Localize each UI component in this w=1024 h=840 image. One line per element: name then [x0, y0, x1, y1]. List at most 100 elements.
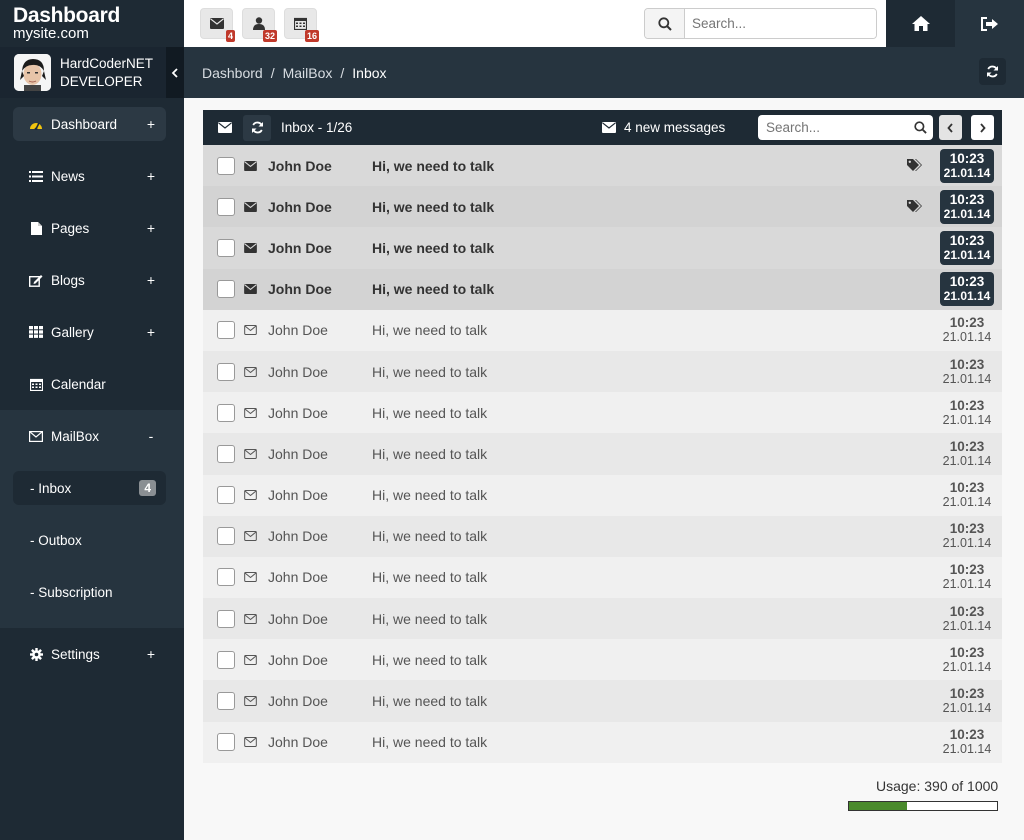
search-input[interactable]	[685, 9, 876, 38]
sidebar-subitem-inbox[interactable]: - Inbox 4	[0, 462, 184, 514]
message-row[interactable]: John Doe Hi, we need to talk 10:23 21.01.14	[203, 350, 1002, 393]
compose-button[interactable]	[211, 115, 239, 141]
usage-progress-fill	[849, 802, 907, 810]
inbox-header: Inbox - 1/26 4 new messages	[203, 110, 1002, 145]
message-checkbox[interactable]	[217, 568, 235, 587]
message-row[interactable]: John Doe Hi, we need to talk 10:23 21.01.14	[203, 721, 1002, 763]
message-checkbox[interactable]	[217, 321, 235, 340]
message-checkbox[interactable]	[217, 486, 235, 505]
sidebar-item-label: MailBox	[51, 428, 100, 444]
message-row[interactable]: John Doe Hi, we need to talk 10:23 21.01.14	[203, 268, 1002, 310]
edit-icon	[29, 274, 43, 287]
refresh-icon	[251, 121, 263, 134]
sidebar-item-pages[interactable]: Pages +	[0, 202, 184, 254]
user-name: HardCoderNET	[60, 55, 154, 71]
envelope-open-icon	[244, 696, 260, 706]
message-row[interactable]: John Doe Hi, we need to talk 10:23 21.01.14	[203, 309, 1002, 351]
message-time: 10:23	[949, 232, 985, 248]
avatar[interactable]	[14, 54, 51, 91]
inbox-panel: Inbox - 1/26 4 new messages John Doe Hi, …	[203, 110, 1002, 763]
breadcrumb-link[interactable]: Dashbord	[202, 65, 263, 81]
message-time: 10:23	[949, 480, 985, 496]
message-subject: Hi, we need to talk	[372, 445, 488, 462]
message-sender: John Doe	[268, 322, 328, 339]
sidebar-subitem-subscription[interactable]: - Subscription	[0, 566, 184, 618]
message-checkbox[interactable]	[217, 403, 235, 422]
message-row[interactable]: John Doe Hi, we need to talk 10:23 21.01.14	[203, 556, 1002, 599]
sidebar-item-dashboard[interactable]: Dashboard +	[0, 98, 184, 150]
message-checkbox[interactable]	[217, 527, 235, 546]
collapse-toggle[interactable]: -	[146, 428, 156, 444]
expand-toggle[interactable]: +	[146, 272, 156, 288]
sidebar-subitem-outbox[interactable]: - Outbox	[0, 514, 184, 566]
message-row[interactable]: John Doe Hi, we need to talk 10:23 21.01.14	[203, 145, 1002, 187]
message-row[interactable]: John Doe Hi, we need to talk 10:23 21.01.14	[203, 227, 1002, 269]
refresh-page-button[interactable]	[979, 58, 1006, 85]
users-button[interactable]: 32	[242, 8, 277, 42]
message-row[interactable]: John Doe Hi, we need to talk 10:23 21.01.14	[203, 433, 1002, 475]
message-checkbox[interactable]	[217, 650, 235, 669]
message-time: 10:23	[949, 603, 985, 619]
sidebar-item-news[interactable]: News +	[0, 150, 184, 202]
expand-toggle[interactable]: +	[146, 116, 156, 132]
expand-toggle[interactable]: +	[146, 324, 156, 340]
message-row[interactable]: John Doe Hi, we need to talk 10:23 21.01.14	[203, 515, 1002, 557]
message-row[interactable]: John Doe Hi, we need to talk 10:23 21.01.14	[203, 186, 1002, 228]
message-checkbox[interactable]	[217, 156, 235, 175]
next-page-button[interactable]	[971, 115, 994, 140]
message-timestamp: 10:23 21.01.14	[940, 684, 994, 718]
sidebar-item-blogs[interactable]: Blogs +	[0, 254, 184, 306]
envelope-open-icon	[244, 325, 260, 336]
message-date: 21.01.14	[942, 453, 992, 468]
prev-page-button[interactable]	[939, 115, 962, 140]
message-checkbox[interactable]	[217, 444, 235, 463]
sidebar-item-mailbox[interactable]: MailBox -	[0, 410, 184, 462]
sidebar-item-label: Pages	[51, 220, 90, 236]
logout-button[interactable]	[955, 0, 1024, 47]
message-date: 21.01.14	[942, 330, 992, 345]
list-icon	[29, 170, 43, 182]
search-icon[interactable]	[914, 121, 927, 134]
message-checkbox[interactable]	[217, 238, 235, 257]
inbox-search-input[interactable]	[766, 120, 914, 135]
breadcrumb-link[interactable]: MailBox	[283, 65, 333, 81]
expand-toggle[interactable]: +	[146, 220, 156, 236]
message-checkbox[interactable]	[217, 197, 235, 216]
message-row[interactable]: John Doe Hi, we need to talk 10:23 21.01.14	[203, 680, 1002, 722]
sidebar: Dashboard mysite.com HardCoderNET DEVELO…	[0, 0, 184, 840]
message-date: 21.01.14	[942, 618, 992, 633]
sidebar-item-gallery[interactable]: Gallery +	[0, 306, 184, 358]
search-button[interactable]	[645, 9, 685, 38]
message-timestamp: 10:23 21.01.14	[940, 189, 994, 224]
message-checkbox[interactable]	[217, 733, 235, 752]
message-timestamp: 10:23 21.01.14	[940, 437, 994, 471]
top-search	[644, 8, 877, 39]
home-button[interactable]	[886, 0, 955, 47]
message-time: 10:23	[949, 562, 985, 578]
sidebar-collapse-button[interactable]	[166, 47, 184, 98]
message-row[interactable]: John Doe Hi, we need to talk 10:23 21.01.14	[203, 598, 1002, 640]
calendar-button[interactable]: 16	[284, 8, 319, 42]
messages-button[interactable]: 4	[200, 8, 235, 42]
message-timestamp: 10:23 21.01.14	[940, 519, 994, 553]
message-time: 10:23	[949, 274, 985, 290]
brand[interactable]: Dashboard mysite.com	[0, 0, 184, 47]
message-checkbox[interactable]	[217, 609, 235, 628]
message-row[interactable]: John Doe Hi, we need to talk 10:23 21.01.14	[203, 474, 1002, 516]
message-row[interactable]: John Doe Hi, we need to talk 10:23 21.01.14	[203, 639, 1002, 681]
sidebar-item-label: News	[51, 168, 85, 184]
message-checkbox[interactable]	[217, 362, 235, 381]
message-date: 21.01.14	[943, 247, 991, 262]
expand-toggle[interactable]: +	[146, 646, 156, 662]
refresh-inbox-button[interactable]	[243, 114, 271, 141]
message-checkbox[interactable]	[217, 280, 235, 299]
envelope-open-icon	[244, 654, 260, 665]
brand-title: Dashboard	[13, 4, 120, 27]
message-subject: Hi, we need to talk	[372, 198, 495, 215]
sidebar-item-calendar[interactable]: Calendar	[0, 358, 184, 410]
message-row[interactable]: John Doe Hi, we need to talk 10:23 21.01.14	[203, 392, 1002, 434]
message-checkbox[interactable]	[217, 692, 235, 711]
envelope-closed-icon	[244, 160, 260, 171]
sidebar-item-settings[interactable]: Settings +	[0, 628, 184, 680]
expand-toggle[interactable]: +	[146, 168, 156, 184]
